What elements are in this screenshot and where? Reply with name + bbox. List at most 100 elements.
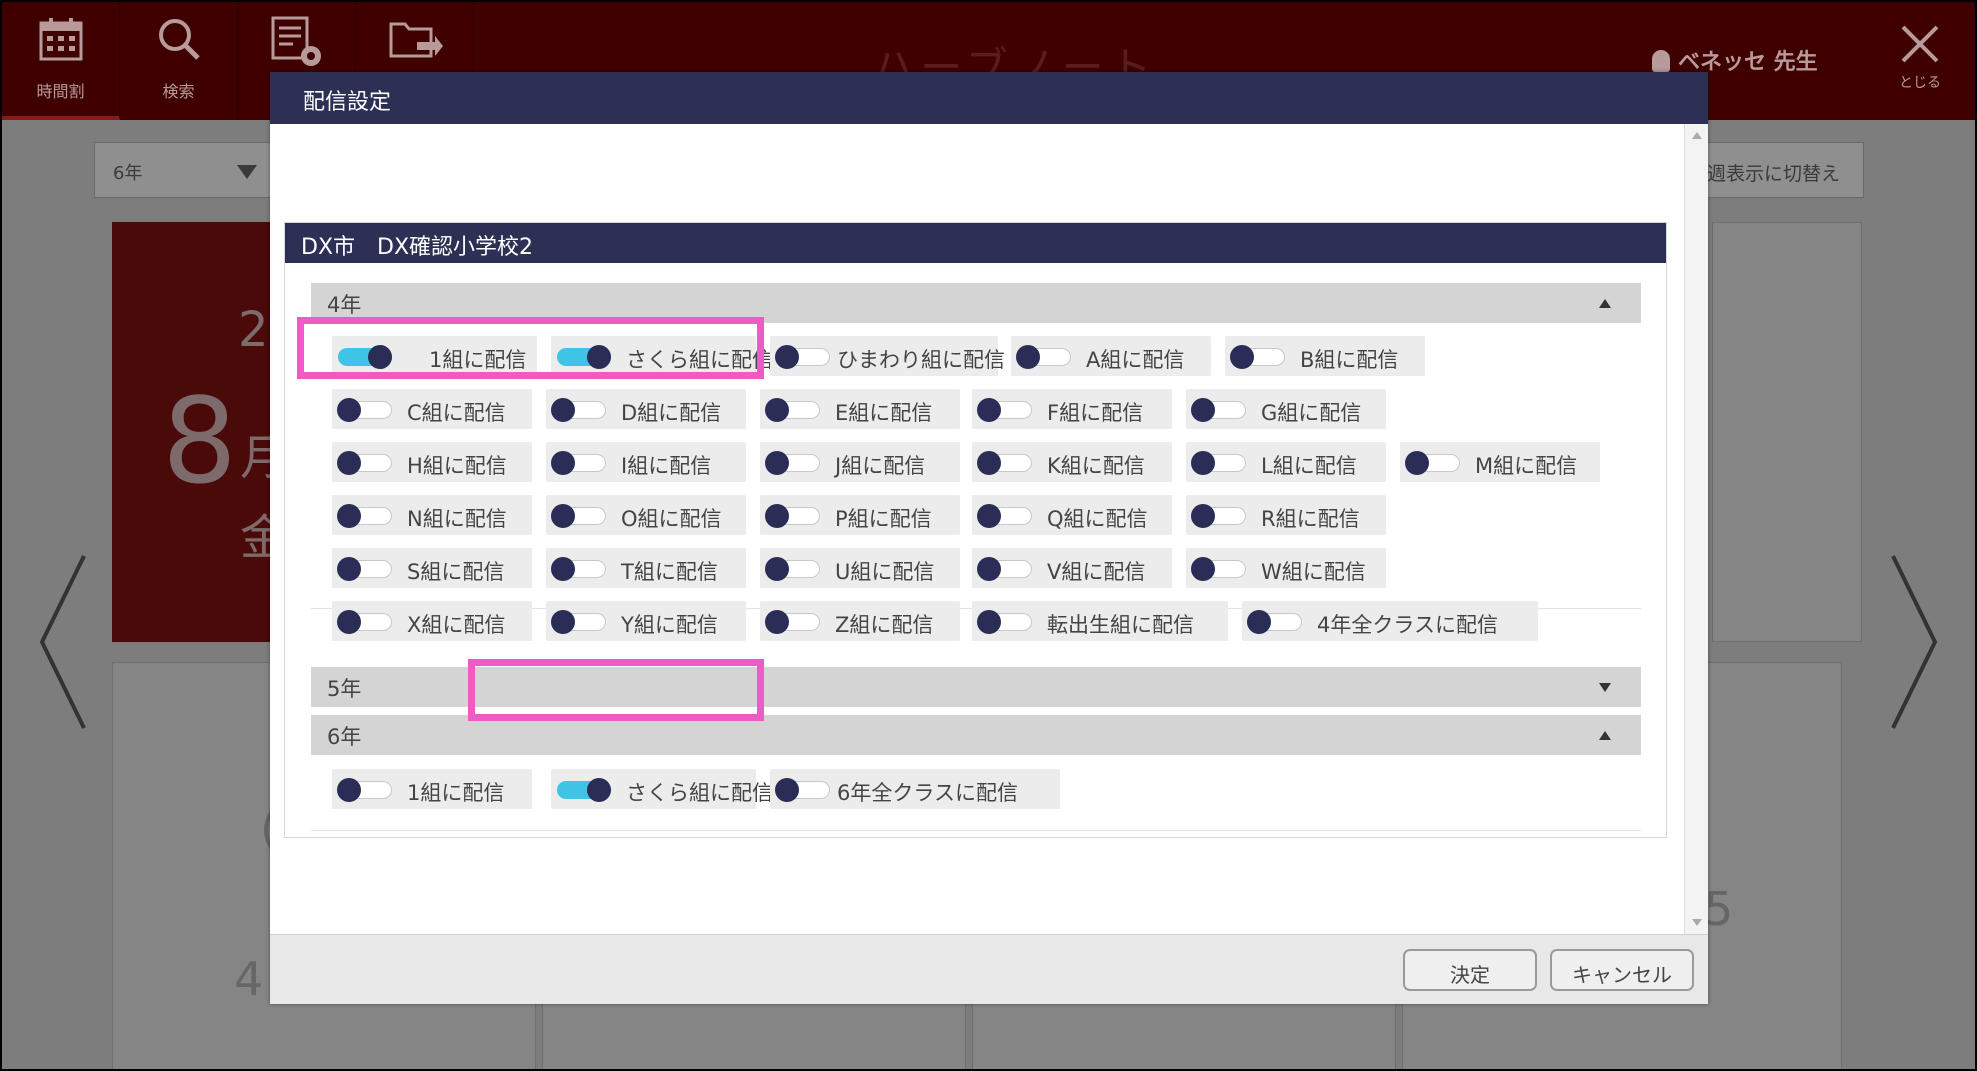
delivery-toggle-chip[interactable]: N組に配信 — [332, 495, 532, 535]
close-app-button[interactable]: とじる — [1865, 2, 1975, 120]
toggle-switch[interactable] — [765, 610, 820, 634]
toggle-switch[interactable] — [1247, 610, 1302, 634]
switch-view-button[interactable]: 週表示に切替え — [1692, 142, 1864, 198]
toggle-switch[interactable] — [765, 557, 820, 581]
delivery-toggle-chip[interactable]: ひまわり組に配信 — [770, 336, 1005, 376]
delivery-toggle-chip[interactable]: A組に配信 — [1011, 336, 1211, 376]
delivery-toggle-label: 4年全クラスに配信 — [1317, 613, 1498, 637]
toggle-switch[interactable] — [1016, 345, 1071, 369]
delivery-toggle-chip[interactable]: M組に配信 — [1400, 442, 1600, 482]
delivery-toggle-chip[interactable]: さくら組に配信 — [551, 769, 773, 809]
toggle-switch[interactable] — [977, 557, 1032, 581]
delivery-toggle-chip[interactable]: 4年全クラスに配信 — [1242, 601, 1538, 641]
delivery-toggle-label: V組に配信 — [1047, 560, 1146, 584]
toggle-knob — [765, 504, 789, 528]
delivery-toggle-chip[interactable]: C組に配信 — [332, 389, 532, 429]
toggle-switch[interactable] — [551, 557, 606, 581]
toggle-switch[interactable] — [551, 398, 606, 422]
delivery-toggle-chip[interactable]: O組に配信 — [546, 495, 746, 535]
delivery-toggle-chip[interactable]: W組に配信 — [1186, 548, 1386, 588]
toggle-knob — [337, 451, 361, 475]
grade-header[interactable]: 6年 — [311, 715, 1641, 755]
toggle-switch[interactable] — [337, 504, 392, 528]
highlight-frame — [297, 317, 764, 379]
toggle-knob — [977, 557, 1001, 581]
collapse-icon[interactable] — [1599, 299, 1611, 308]
toggle-switch[interactable] — [551, 451, 606, 475]
delivery-toggle-chip[interactable]: Z組に配信 — [760, 601, 960, 641]
toggle-switch[interactable] — [765, 504, 820, 528]
toggle-knob — [765, 398, 789, 422]
toggle-knob — [1230, 345, 1254, 369]
delivery-toggle-chip[interactable]: U組に配信 — [760, 548, 960, 588]
delivery-toggle-chip[interactable]: G組に配信 — [1186, 389, 1386, 429]
confirm-button[interactable]: 決定 — [1403, 949, 1537, 991]
expand-icon[interactable] — [1599, 683, 1611, 692]
toggle-switch[interactable] — [337, 778, 392, 802]
toggle-switch[interactable] — [551, 504, 606, 528]
next-arrow-icon[interactable] — [1889, 552, 1939, 732]
toggle-switch[interactable] — [977, 504, 1032, 528]
scroll-down-icon[interactable] — [1692, 919, 1702, 926]
delivery-toggle-chip[interactable]: J組に配信 — [760, 442, 960, 482]
search-button[interactable]: 検索 — [120, 2, 238, 120]
delivery-toggle-chip[interactable]: E組に配信 — [760, 389, 960, 429]
search-label: 検索 — [162, 82, 195, 101]
delivery-toggle-chip[interactable]: D組に配信 — [546, 389, 746, 429]
toggle-switch[interactable] — [775, 345, 830, 369]
toggle-switch[interactable] — [557, 778, 611, 802]
delivery-toggle-chip[interactable]: P組に配信 — [760, 495, 960, 535]
delivery-toggle-chip[interactable]: L組に配信 — [1186, 442, 1386, 482]
delivery-toggle-chip[interactable]: I組に配信 — [546, 442, 746, 482]
delivery-toggle-chip[interactable]: R組に配信 — [1186, 495, 1386, 535]
previous-arrow-icon[interactable] — [38, 552, 88, 732]
toggle-switch[interactable] — [765, 451, 820, 475]
delivery-toggle-label: 6年全クラスに配信 — [837, 781, 1018, 805]
toggle-switch[interactable] — [1191, 451, 1246, 475]
timetable-button[interactable]: 時間割 — [2, 2, 120, 120]
toggle-switch[interactable] — [1405, 451, 1460, 475]
delivery-toggle-chip[interactable]: H組に配信 — [332, 442, 532, 482]
toggle-switch[interactable] — [977, 451, 1032, 475]
date-card-month-number: 8 — [162, 372, 238, 510]
toggle-switch[interactable] — [1230, 345, 1285, 369]
toggle-switch[interactable] — [775, 778, 830, 802]
delivery-toggle-label: Q組に配信 — [1047, 507, 1148, 531]
delivery-toggle-chip[interactable]: Q組に配信 — [972, 495, 1172, 535]
day-card[interactable] — [1712, 222, 1862, 642]
delivery-toggle-chip[interactable]: X組に配信 — [332, 601, 532, 641]
delivery-toggle-chip[interactable]: 1組に配信 — [332, 769, 532, 809]
delivery-toggle-label: J組に配信 — [835, 454, 926, 478]
toggle-switch[interactable] — [337, 398, 392, 422]
delivery-toggle-label: F組に配信 — [1047, 401, 1144, 425]
delivery-toggle-chip[interactable]: S組に配信 — [332, 548, 532, 588]
toggle-switch[interactable] — [765, 398, 820, 422]
delivery-toggle-chip[interactable]: Y組に配信 — [546, 601, 746, 641]
toggle-knob — [337, 778, 361, 802]
toggle-switch[interactable] — [1191, 557, 1246, 581]
scroll-up-icon[interactable] — [1692, 132, 1702, 139]
delivery-toggle-chip[interactable]: B組に配信 — [1225, 336, 1425, 376]
collapse-icon[interactable] — [1599, 731, 1611, 740]
delivery-toggle-label: G組に配信 — [1261, 401, 1362, 425]
toggle-switch[interactable] — [551, 610, 606, 634]
toggle-switch[interactable] — [337, 557, 392, 581]
grade-select[interactable]: 6年 — [94, 142, 272, 198]
toggle-switch[interactable] — [977, 610, 1032, 634]
cancel-button[interactable]: キャンセル — [1550, 949, 1694, 991]
delivery-toggle-chip[interactable]: K組に配信 — [972, 442, 1172, 482]
delivery-toggle-chip[interactable]: T組に配信 — [546, 548, 746, 588]
delivery-toggle-label: K組に配信 — [1047, 454, 1145, 478]
delivery-toggle-chip[interactable]: 6年全クラスに配信 — [770, 769, 1060, 809]
toggle-knob — [551, 504, 575, 528]
dialog-scrollbar[interactable] — [1684, 124, 1708, 934]
delivery-toggle-chip[interactable]: 転出生組に配信 — [972, 601, 1228, 641]
toggle-switch[interactable] — [1191, 504, 1246, 528]
delivery-toggle-chip[interactable]: F組に配信 — [972, 389, 1172, 429]
toggle-switch[interactable] — [1191, 398, 1246, 422]
toggle-knob — [775, 778, 799, 802]
toggle-switch[interactable] — [337, 610, 392, 634]
toggle-switch[interactable] — [977, 398, 1032, 422]
toggle-switch[interactable] — [337, 451, 392, 475]
delivery-toggle-chip[interactable]: V組に配信 — [972, 548, 1172, 588]
